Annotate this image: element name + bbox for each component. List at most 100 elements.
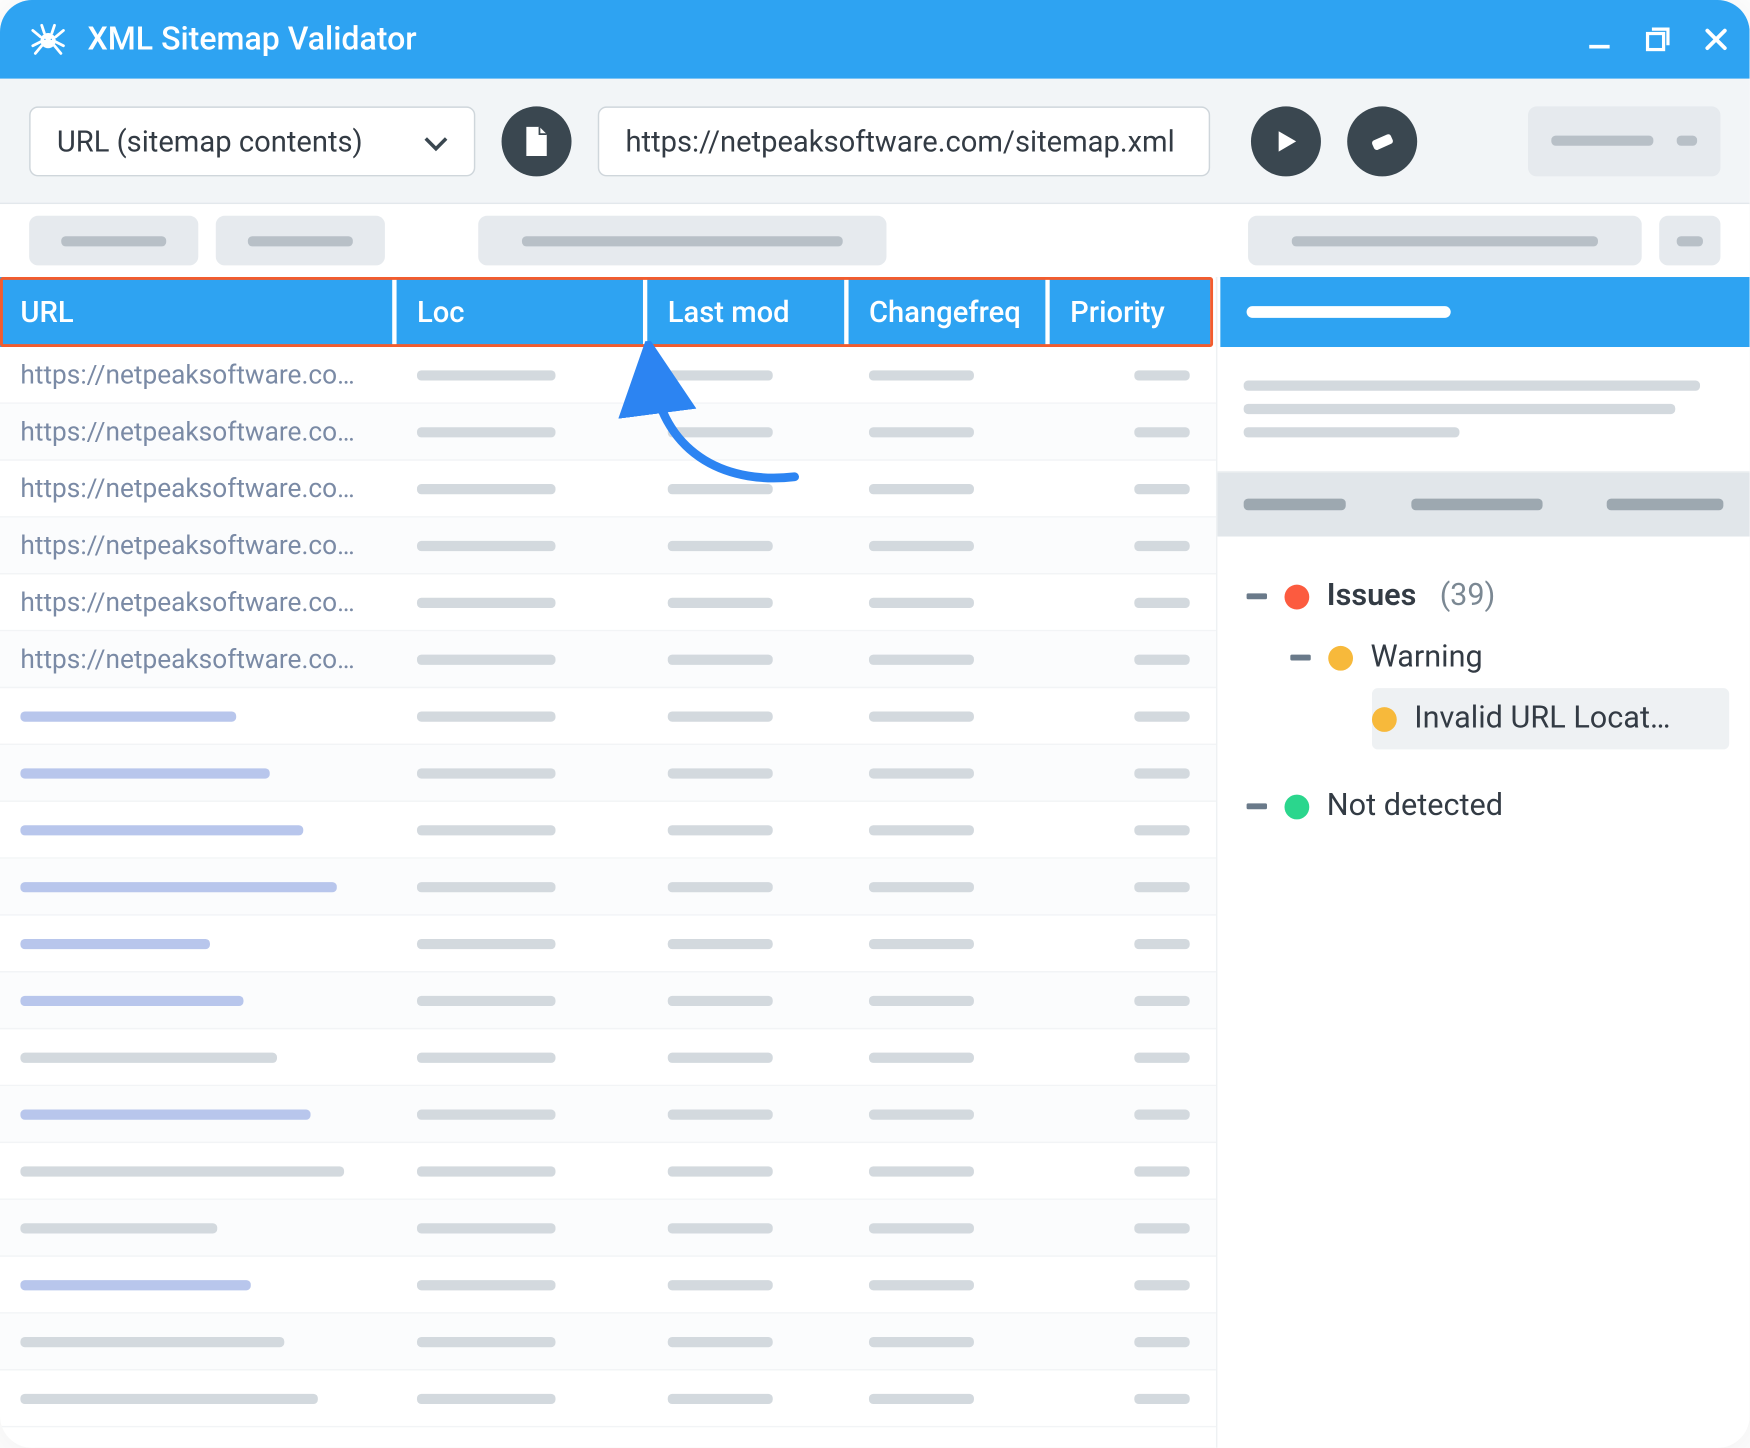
sitemap-url-input[interactable]: https://netpeaksoftware.com/sitemap.xml — [598, 106, 1210, 176]
cell-placeholder — [1050, 745, 1210, 800]
minimize-button[interactable] — [1583, 23, 1615, 55]
cell-placeholder — [647, 688, 848, 743]
file-button[interactable] — [502, 106, 572, 176]
clear-button[interactable] — [1347, 106, 1417, 176]
cell-placeholder — [849, 518, 1050, 573]
warning-node[interactable]: Warning — [1238, 627, 1729, 688]
table-row[interactable]: https://netpeaksoftware.co… — [0, 631, 1216, 688]
cell-placeholder — [397, 347, 648, 402]
table-row[interactable]: https://netpeaksoftware.co… — [0, 404, 1216, 461]
table-row[interactable] — [0, 688, 1216, 745]
mode-select[interactable]: URL (sitemap contents) — [29, 106, 475, 176]
cell-url — [0, 972, 397, 1027]
collapse-icon — [1247, 593, 1267, 599]
cell-placeholder — [647, 1029, 848, 1084]
side-header — [1216, 277, 1750, 347]
table-row[interactable] — [0, 972, 1216, 1029]
cell-placeholder — [849, 631, 1050, 686]
collapse-icon — [1247, 803, 1267, 809]
close-button[interactable] — [1700, 23, 1732, 55]
cell-placeholder — [647, 916, 848, 971]
cell-placeholder — [849, 574, 1050, 629]
col-priority[interactable]: Priority — [1050, 277, 1210, 347]
table-row[interactable]: https://netpeaksoftware.co… — [0, 347, 1216, 404]
table-row[interactable] — [0, 1371, 1216, 1428]
col-changefreq[interactable]: Changefreq — [849, 277, 1050, 347]
cell-placeholder — [397, 1200, 648, 1255]
cell-placeholder — [1050, 1143, 1210, 1198]
table-row[interactable] — [0, 1314, 1216, 1371]
issues-tree: Issues (39) Warning Invalid URL Locat… N… — [1217, 537, 1749, 867]
cell-url — [0, 859, 397, 914]
issue-item[interactable]: Invalid URL Locat… — [1372, 688, 1729, 749]
table-row[interactable] — [0, 1200, 1216, 1257]
side-tab[interactable] — [1607, 499, 1724, 511]
table-row[interactable] — [0, 1086, 1216, 1143]
table-row[interactable] — [0, 1257, 1216, 1314]
filter-chip-wide[interactable] — [1248, 216, 1642, 266]
cell-placeholder — [1050, 1086, 1210, 1141]
cell-placeholder — [1050, 347, 1210, 402]
cell-placeholder — [647, 972, 848, 1027]
table-row[interactable]: https://netpeaksoftware.co… — [0, 518, 1216, 575]
maximize-button[interactable] — [1642, 23, 1674, 55]
spider-icon — [26, 17, 70, 61]
warning-label: Warning — [1371, 640, 1483, 675]
document-icon — [522, 125, 551, 157]
bullet-icon-red — [1284, 584, 1309, 609]
cell-placeholder — [647, 1086, 848, 1141]
table-row[interactable] — [0, 916, 1216, 973]
col-lastmod[interactable]: Last mod — [647, 277, 848, 347]
cell-placeholder — [1050, 404, 1210, 459]
cell-placeholder — [397, 745, 648, 800]
cell-url: https://netpeaksoftware.co… — [0, 347, 397, 402]
table-row[interactable] — [0, 745, 1216, 802]
filter-chip[interactable] — [29, 216, 198, 266]
cell-placeholder — [1050, 802, 1210, 857]
play-button[interactable] — [1251, 106, 1321, 176]
col-loc[interactable]: Loc — [397, 277, 648, 347]
table-row[interactable] — [0, 802, 1216, 859]
issues-root[interactable]: Issues (39) — [1238, 566, 1729, 627]
cell-placeholder — [1050, 518, 1210, 573]
cell-url: https://netpeaksoftware.co… — [0, 574, 397, 629]
filter-chip[interactable] — [216, 216, 385, 266]
table-row[interactable] — [0, 1029, 1216, 1086]
cell-placeholder — [849, 745, 1050, 800]
cell-url — [0, 1314, 397, 1369]
col-url[interactable]: URL — [0, 277, 397, 347]
cell-placeholder — [849, 859, 1050, 914]
cell-placeholder — [849, 802, 1050, 857]
table-row[interactable] — [0, 1143, 1216, 1200]
cell-placeholder — [1050, 1371, 1210, 1426]
filter-chip-small[interactable] — [1659, 216, 1720, 266]
side-tab[interactable] — [1411, 499, 1542, 511]
cell-placeholder — [647, 631, 848, 686]
cell-placeholder — [647, 518, 848, 573]
cell-url: https://netpeaksoftware.co… — [0, 631, 397, 686]
cell-placeholder — [1050, 1314, 1210, 1369]
table-row[interactable] — [0, 859, 1216, 916]
cell-placeholder — [849, 461, 1050, 516]
cell-url — [0, 1086, 397, 1141]
filter-chip-wide[interactable] — [478, 216, 886, 266]
cell-placeholder — [397, 859, 648, 914]
cell-placeholder — [1050, 1200, 1210, 1255]
cell-placeholder — [1050, 574, 1210, 629]
side-panel: Issues (39) Warning Invalid URL Locat… N… — [1217, 277, 1749, 1448]
table-row[interactable]: https://netpeaksoftware.co… — [0, 461, 1216, 518]
cell-placeholder — [1050, 859, 1210, 914]
cell-url — [0, 1143, 397, 1198]
cell-placeholder — [849, 1086, 1050, 1141]
table-row[interactable]: https://netpeaksoftware.co… — [0, 574, 1216, 631]
cell-placeholder — [849, 916, 1050, 971]
cell-url — [0, 916, 397, 971]
cell-placeholder — [1050, 916, 1210, 971]
cell-placeholder — [1050, 631, 1210, 686]
cell-placeholder — [397, 631, 648, 686]
cell-placeholder — [1050, 1029, 1210, 1084]
side-tab[interactable] — [1244, 499, 1346, 511]
not-detected-node[interactable]: Not detected — [1238, 776, 1729, 837]
cell-placeholder — [647, 1371, 848, 1426]
placeholder-button[interactable] — [1528, 106, 1720, 176]
